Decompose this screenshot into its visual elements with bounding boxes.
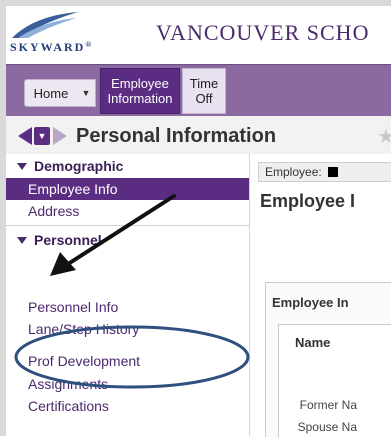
- sidebar-item-address[interactable]: Address: [6, 200, 249, 222]
- app-window: SKYWARD® VANCOUVER SCHO Home ▼ Employee …: [0, 0, 391, 438]
- record-list-dropdown-icon[interactable]: ▼: [34, 127, 50, 145]
- employee-selector-bar[interactable]: Employee:: [258, 162, 391, 182]
- employee-label: Employee:: [265, 165, 322, 179]
- nav-tab-employee-line1: Employee: [111, 76, 169, 91]
- former-name-label: Former Na: [299, 398, 357, 412]
- sidebar-section-label: Demographic: [34, 158, 124, 174]
- nav-home-button[interactable]: Home: [24, 79, 78, 107]
- nav-tab-time-line1: Time: [189, 76, 219, 91]
- nav-home-dropdown[interactable]: ▼: [77, 79, 96, 107]
- content-title: Employee I: [260, 191, 356, 211]
- logo-registered-mark: ®: [85, 40, 94, 49]
- skyward-swoosh-icon: [12, 12, 78, 38]
- spouse-name-label: Spouse Na: [297, 420, 357, 434]
- expand-triangle-icon: [17, 162, 27, 170]
- name-group-label: Name: [295, 335, 331, 350]
- page-title-bar: ▼ Personal Information ★: [6, 116, 391, 155]
- sidebar-item-employee-info[interactable]: Employee Info: [6, 178, 249, 200]
- page-title: Personal Information: [76, 125, 277, 147]
- sidebar-item-lane-step-history[interactable]: Lane/Step History: [6, 318, 249, 340]
- nav-tab-time-off[interactable]: Time Off: [182, 68, 226, 114]
- sidebar-section-demographic[interactable]: Demographic: [6, 156, 249, 176]
- sidebar-item-certifications[interactable]: Certifications: [6, 395, 249, 417]
- skyward-logo[interactable]: SKYWARD®: [10, 10, 91, 62]
- sidebar-item-assignments[interactable]: Assignments: [6, 373, 249, 395]
- sidebar-item-prof-development[interactable]: Prof Development: [6, 350, 249, 372]
- sidebar: Demographic Employee Info Address Person…: [6, 154, 250, 436]
- app-header: SKYWARD® VANCOUVER SCHO: [6, 6, 391, 64]
- panel-title: Employee In: [272, 295, 349, 310]
- employee-name-redacted: [327, 167, 338, 177]
- name-group-box: Name Former Na Spouse Na: [278, 324, 391, 438]
- main-content: Employee: Employee I Employee In Name Fo…: [250, 154, 391, 438]
- employee-info-panel: Employee In Name Former Na Spouse Na: [265, 282, 391, 438]
- sidebar-item-personnel-info[interactable]: Personnel Info: [6, 296, 249, 318]
- logo-wordmark: SKYWARD®: [10, 40, 93, 55]
- sidebar-section-label: Personnel: [34, 232, 102, 248]
- caret-down-icon: ▼: [81, 88, 91, 98]
- district-title: VANCOUVER SCHO: [156, 20, 370, 45]
- previous-arrow-icon[interactable]: [18, 127, 32, 145]
- sidebar-section-personnel[interactable]: Personnel: [6, 230, 249, 250]
- logo-text: SKYWARD: [10, 40, 86, 54]
- next-arrow-icon[interactable]: [53, 127, 67, 145]
- nav-tab-employee-information[interactable]: Employee Information: [100, 68, 180, 114]
- nav-tab-employee-line2: Information: [107, 91, 173, 106]
- sidebar-divider: [6, 225, 249, 226]
- nav-tab-time-line2: Off: [195, 91, 213, 106]
- main-nav-bar: Home ▼ Employee Information Time Off: [6, 64, 391, 117]
- expand-triangle-icon: [17, 236, 27, 244]
- favorite-star-icon[interactable]: ★: [377, 124, 391, 149]
